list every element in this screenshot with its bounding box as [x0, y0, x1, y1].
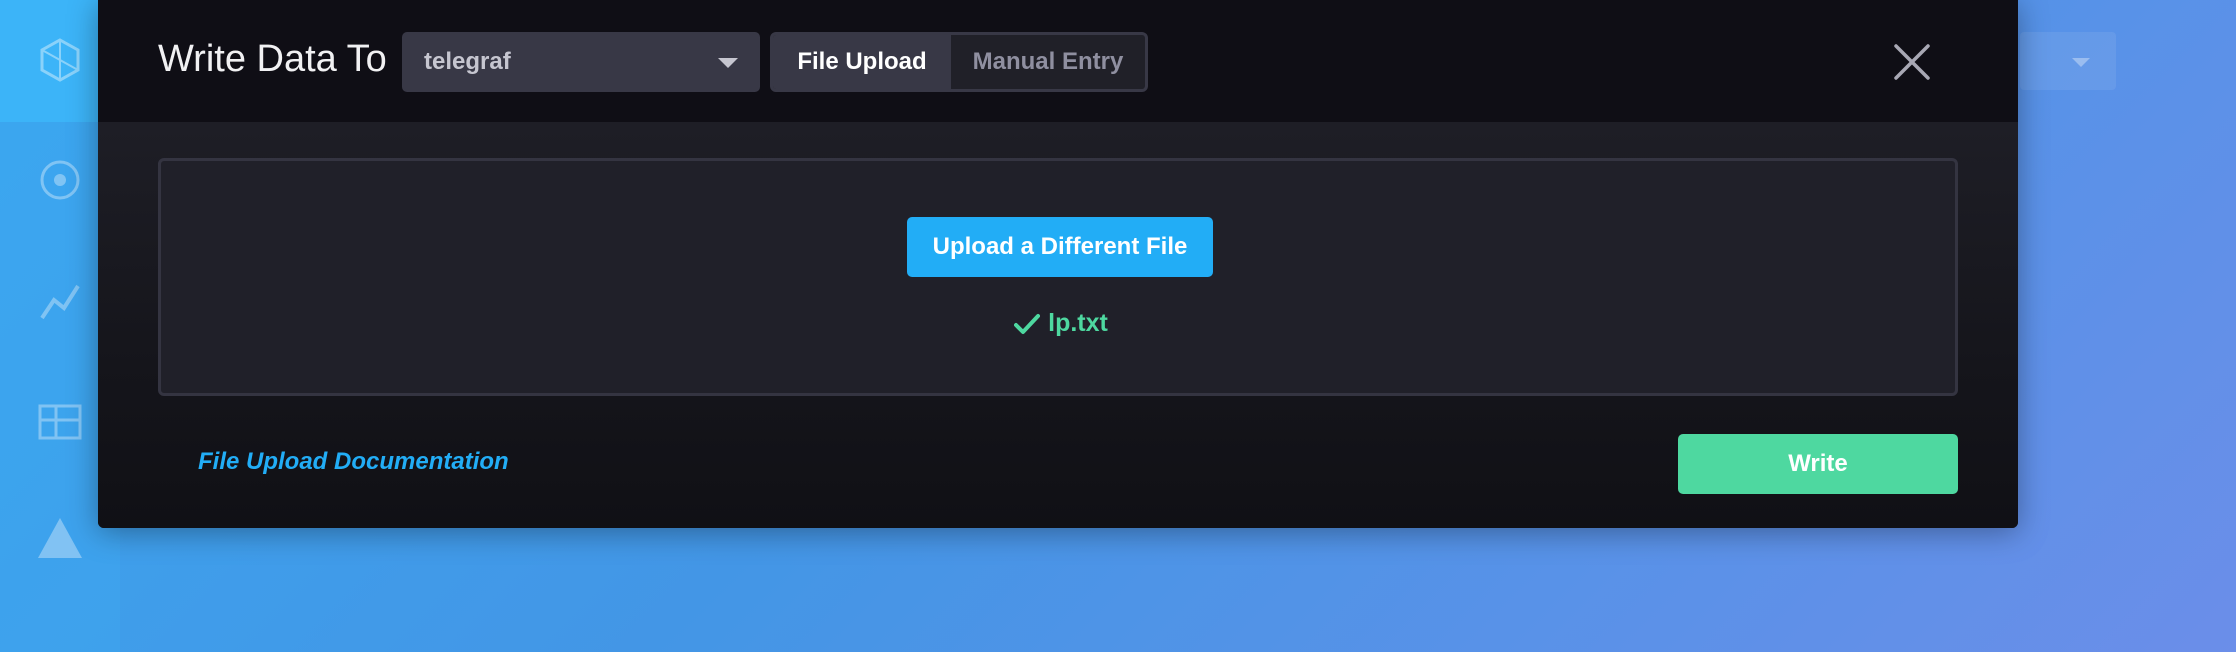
checkmark-icon — [1014, 313, 1041, 334]
overlay-header: Write Data To telegraf File Upload Manua… — [98, 0, 2018, 122]
caret-down-icon — [2072, 58, 2090, 67]
graph-icon[interactable] — [36, 278, 84, 326]
write-data-overlay: Write Data To telegraf File Upload Manua… — [98, 0, 2018, 528]
uploaded-file-status: lp.txt — [981, 309, 1141, 338]
upload-different-file-button[interactable]: Upload a Different File — [907, 217, 1213, 277]
file-dropzone[interactable]: Upload a Different File lp.txt — [158, 158, 1958, 396]
overlay-title: Write Data To — [158, 38, 387, 80]
file-upload-documentation-link[interactable]: File Upload Documentation — [198, 448, 509, 476]
close-icon[interactable] — [1894, 44, 1930, 80]
uploaded-file-name: lp.txt — [1048, 309, 1108, 337]
bucket-select-value: telegraf — [424, 48, 511, 75]
write-button[interactable]: Write — [1678, 434, 1958, 494]
logo-icon — [40, 38, 80, 82]
alert-icon[interactable] — [36, 514, 84, 562]
caret-down-icon — [718, 58, 738, 68]
upload-mode-toggle: File Upload Manual Entry — [770, 32, 1148, 92]
tab-manual-entry[interactable]: Manual Entry — [951, 35, 1145, 89]
background-dropdown — [2020, 32, 2116, 90]
tab-file-upload[interactable]: File Upload — [773, 35, 951, 89]
dashboards-icon[interactable] — [36, 398, 84, 446]
bucket-select[interactable]: telegraf — [402, 32, 760, 92]
data-explorer-icon[interactable] — [36, 156, 84, 204]
